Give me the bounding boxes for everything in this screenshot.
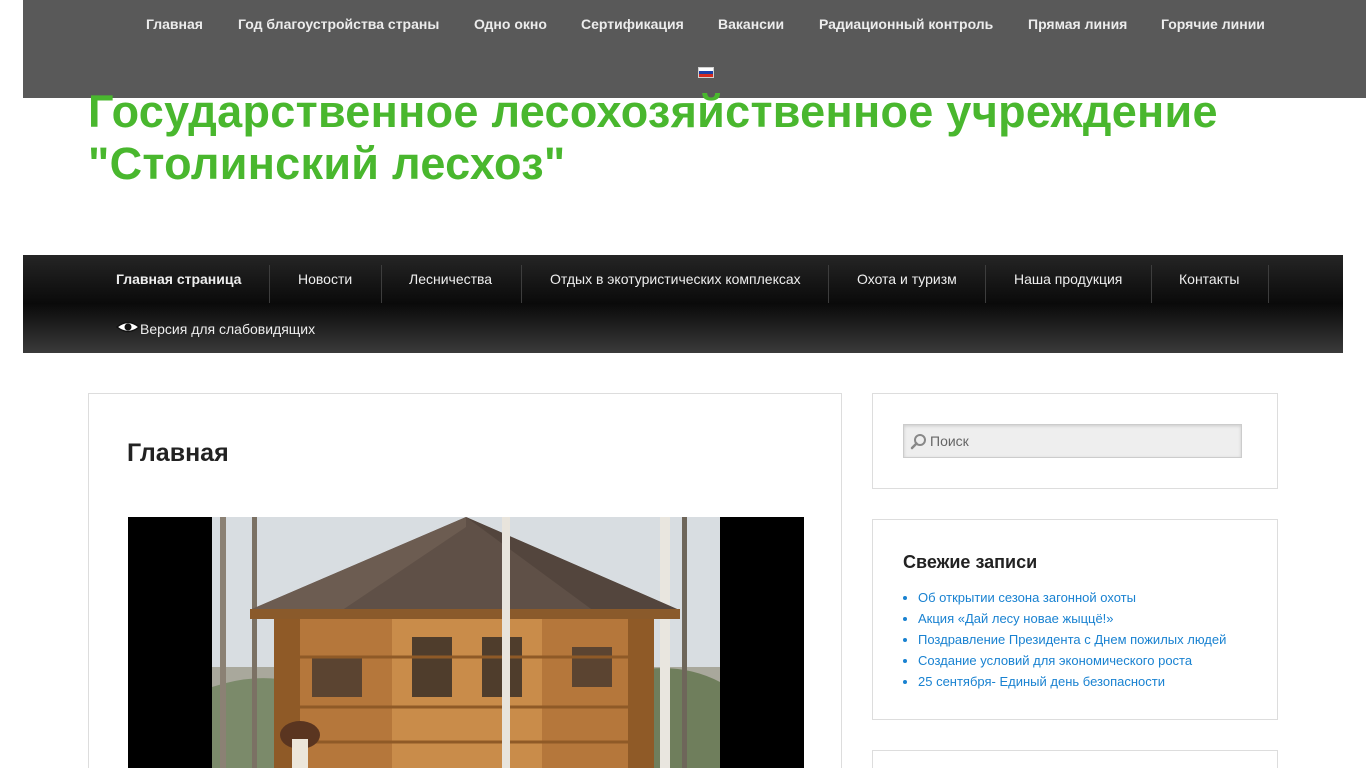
- site-title[interactable]: Государственное лесохозяйственное учрежд…: [88, 86, 1288, 190]
- sidebar-widget: [872, 750, 1278, 768]
- site-title-line-2: "Столинский лесхоз": [88, 138, 566, 189]
- menu-divider: [521, 265, 522, 303]
- top-menu: Главная Год благоустройства страны Одно …: [23, 14, 1366, 36]
- top-menu-item-home[interactable]: Главная: [146, 14, 203, 34]
- russian-flag-icon[interactable]: [698, 67, 714, 78]
- menu-divider: [381, 265, 382, 303]
- top-menu-item-certification[interactable]: Сертификация: [581, 14, 684, 34]
- list-item: Создание условий для экономического рост…: [918, 650, 1258, 671]
- top-menu-item-year[interactable]: Год благоустройства страны: [238, 14, 439, 34]
- video-player[interactable]: [128, 517, 804, 768]
- menu-divider: [269, 265, 270, 303]
- main-menu-item-contacts[interactable]: Контакты: [1179, 270, 1239, 288]
- main-menu: Главная страница Новости Лесничества Отд…: [23, 255, 1343, 353]
- search-icon: [910, 434, 926, 450]
- main-menu-item-eco-tourism[interactable]: Отдых в экотуристических комплексах: [550, 270, 801, 288]
- top-bar: Главная Год благоустройства страны Одно …: [23, 0, 1366, 98]
- search-box[interactable]: [903, 424, 1242, 458]
- top-menu-item-radiation[interactable]: Радиационный контроль: [819, 14, 993, 34]
- main-menu-item-hunting[interactable]: Охота и туризм: [857, 270, 957, 288]
- recent-post-link[interactable]: 25 сентября- Единый день безопасности: [918, 674, 1165, 689]
- main-menu-item-news[interactable]: Новости: [298, 270, 352, 288]
- page-title: Главная: [127, 439, 229, 467]
- top-menu-item-direct-line[interactable]: Прямая линия: [1028, 14, 1127, 34]
- top-menu-item-one-window[interactable]: Одно окно: [474, 14, 547, 34]
- low-vision-label: Версия для слабовидящих: [140, 321, 316, 337]
- list-item: Поздравление Президента с Днем пожилых л…: [918, 629, 1258, 650]
- main-menu-item-forestries[interactable]: Лесничества: [409, 270, 492, 288]
- recent-post-link[interactable]: Поздравление Президента с Днем пожилых л…: [918, 632, 1226, 647]
- menu-divider: [1268, 265, 1269, 303]
- site-title-line-1: Государственное лесохозяйственное учрежд…: [88, 86, 1218, 137]
- recent-posts-widget: Свежие записи Об открытии сезона загонно…: [872, 519, 1278, 720]
- menu-divider: [828, 265, 829, 303]
- recent-post-link[interactable]: Акция «Дай лесу новае жыццё!»: [918, 611, 1114, 626]
- list-item: Акция «Дай лесу новае жыццё!»: [918, 608, 1258, 629]
- search-widget: [872, 393, 1278, 489]
- gazebo-photo: [212, 517, 720, 768]
- menu-divider: [1151, 265, 1152, 303]
- main-article: Главная: [88, 393, 842, 768]
- recent-posts-list: Об открытии сезона загонной охоты Акция …: [918, 587, 1258, 692]
- eye-icon: [116, 321, 140, 333]
- search-input[interactable]: [930, 425, 1230, 457]
- list-item: 25 сентября- Единый день безопасности: [918, 671, 1258, 692]
- top-menu-item-vacancies[interactable]: Вакансии: [718, 14, 784, 34]
- top-menu-item-hotlines[interactable]: Горячие линии: [1161, 14, 1265, 34]
- recent-post-link[interactable]: Создание условий для экономического рост…: [918, 653, 1192, 668]
- gazebo-image: [212, 517, 720, 768]
- recent-posts-title: Свежие записи: [903, 552, 1038, 572]
- main-menu-item-home[interactable]: Главная страница: [116, 270, 241, 288]
- list-item: Об открытии сезона загонной охоты: [918, 587, 1258, 608]
- menu-divider: [985, 265, 986, 303]
- recent-post-link[interactable]: Об открытии сезона загонной охоты: [918, 590, 1136, 605]
- main-menu-item-products[interactable]: Наша продукция: [1014, 270, 1122, 288]
